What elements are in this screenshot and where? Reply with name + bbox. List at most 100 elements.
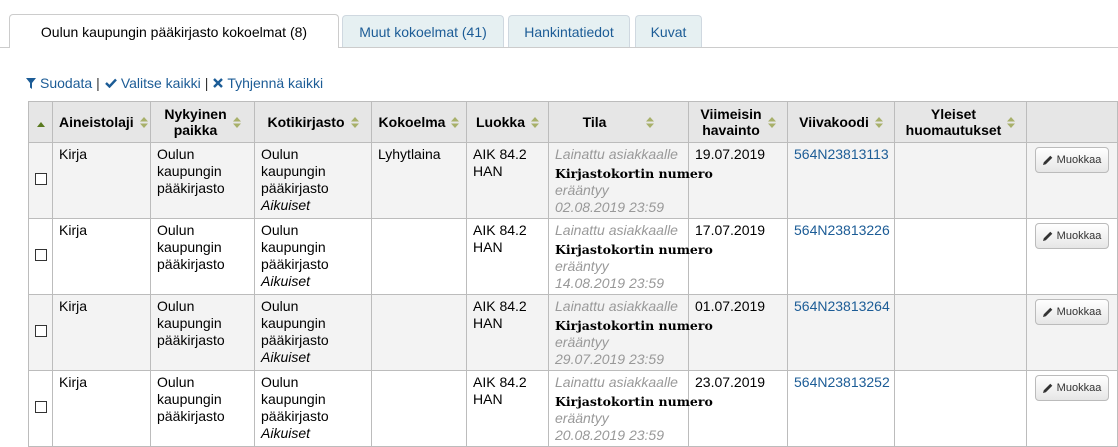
select-cell <box>28 294 53 371</box>
header-select[interactable] <box>28 101 53 143</box>
edit-button[interactable]: Muokkaa <box>1034 223 1110 249</box>
header-label-line: Viimeisin <box>700 106 762 122</box>
tab-label: Oulun kaupungin pääkirjasto kokoelmat (8… <box>40 23 308 40</box>
filter-icon <box>26 77 36 89</box>
row-checkbox[interactable] <box>34 249 47 261</box>
header-status[interactable]: Tila <box>548 101 689 143</box>
barcode-link[interactable]: 564N23813252 <box>794 374 890 390</box>
home-library-cell: Oulun kaupungin pääkirjasto Aikuiset <box>254 370 372 447</box>
home-library-sublocation: Aikuiset <box>261 349 311 365</box>
call-number-cell: AIK 84.2 HAN <box>466 370 549 447</box>
header-label: Tila <box>582 114 607 130</box>
call-number-cell: AIK 84.2 HAN <box>466 294 549 371</box>
home-library-name: Oulun kaupungin pääkirjasto <box>261 298 329 348</box>
table-row: Kirja Oulun kaupungin pääkirjasto Oulun … <box>28 142 1118 219</box>
table-controls: Suodata | Valitse kaikki | Tyhjennä kaik… <box>26 73 323 93</box>
status-cell: Lainattu asiakkaalle Kirjastokortin numer… <box>548 294 713 371</box>
edit-button[interactable]: Muokkaa <box>1034 299 1110 325</box>
public-notes-cell <box>894 142 1027 219</box>
actions-cell: Muokkaa <box>1026 294 1118 371</box>
home-library-sublocation: Aikuiset <box>261 197 311 213</box>
pencil-icon <box>1042 155 1052 165</box>
barcode-link[interactable]: 564N23813226 <box>794 222 890 238</box>
tab-label: Hankintatiedot <box>524 23 614 40</box>
header-collection[interactable]: Kokoelma <box>371 101 467 143</box>
tab-main-library-collection[interactable]: Oulun kaupungin pääkirjasto kokoelmat (8… <box>9 14 339 48</box>
header-label: Aineistolaji <box>59 114 134 130</box>
table-row: Kirja Oulun kaupungin pääkirjasto Oulun … <box>28 370 1118 447</box>
table-row: Kirja Oulun kaupungin pääkirjasto Oulun … <box>28 294 1118 371</box>
barcode-link[interactable]: 564N23813264 <box>794 298 890 314</box>
header-label: Yleiset huomautukset <box>906 106 1002 138</box>
header-label-line: Yleiset <box>930 106 977 122</box>
edit-label: Muokkaa <box>1056 305 1102 318</box>
call-number-cell: AIK 84.2 HAN <box>466 218 549 295</box>
barcode-link[interactable]: 564N23813113 <box>794 146 889 162</box>
row-checkbox[interactable] <box>34 173 47 185</box>
row-checkbox[interactable] <box>34 325 47 337</box>
collection-cell: Lyhytlaina <box>371 142 467 219</box>
header-label: Kotikirjasto <box>267 114 345 130</box>
table-header-row: Aineistolaji Nykyinen paikka Kotikirjasto… <box>28 101 1118 143</box>
edit-button[interactable]: Muokkaa <box>1034 147 1110 173</box>
barcode-cell: 564N23813264 <box>787 294 895 371</box>
header-call-number[interactable]: Luokka <box>466 101 549 143</box>
due-date: 20.08.2019 23:59 <box>555 427 664 443</box>
header-label-line: Nykyinen <box>164 106 227 122</box>
filter-link[interactable]: Suodata <box>26 75 92 91</box>
header-last-seen[interactable]: Viimeisin havainto <box>688 101 788 143</box>
sort-icon <box>232 116 241 128</box>
actions-cell: Muokkaa <box>1026 218 1118 295</box>
header-home-library[interactable]: Kotikirjasto <box>254 101 372 143</box>
sort-ascending-icon <box>36 122 45 127</box>
select-all-link[interactable]: Valitse kaikki <box>104 75 201 91</box>
status-text: Lainattu asiakkaalle <box>555 222 678 238</box>
header-barcode[interactable]: Viivakoodi <box>787 101 895 143</box>
due-label: erääntyy <box>555 410 609 426</box>
row-checkbox[interactable] <box>34 401 47 413</box>
item-type-cell: Kirja <box>52 218 151 295</box>
header-label-line: havainto <box>702 122 760 138</box>
home-library-name: Oulun kaupungin pääkirjasto <box>261 374 329 424</box>
edit-label: Muokkaa <box>1056 229 1102 242</box>
header-item-type[interactable]: Aineistolaji <box>52 101 151 143</box>
status-cell: Lainattu asiakkaalle Kirjastokortin numer… <box>548 370 713 447</box>
status-cell: Lainattu asiakkaalle Kirjastokortin numer… <box>548 142 713 219</box>
tab-acquisition-details[interactable]: Hankintatiedot <box>508 15 630 47</box>
tab-images[interactable]: Kuvat <box>635 15 702 47</box>
header-public-notes[interactable]: Yleiset huomautukset <box>894 101 1027 143</box>
select-cell <box>28 142 53 219</box>
edit-label: Muokkaa <box>1056 153 1102 166</box>
sort-icon <box>451 116 460 128</box>
due-date: 14.08.2019 23:59 <box>555 275 664 291</box>
sort-icon <box>646 116 655 128</box>
due-date: 29.07.2019 23:59 <box>555 351 664 367</box>
clear-all-link[interactable]: Tyhjennä kaikki <box>213 75 323 91</box>
select-cell <box>28 218 53 295</box>
pencil-icon <box>1042 231 1052 241</box>
pencil-icon <box>1042 383 1052 393</box>
holdings-table: Aineistolaji Nykyinen paikka Kotikirjasto… <box>28 101 1118 447</box>
header-label: Luokka <box>475 114 525 130</box>
header-label: Viimeisin havainto <box>700 106 761 138</box>
library-card-number: Kirjastokortin numero <box>555 166 713 181</box>
collection-cell <box>371 294 467 371</box>
due-label: erääntyy <box>555 258 609 274</box>
separator: | <box>204 75 209 91</box>
sort-icon <box>1007 116 1016 128</box>
tab-bar: Oulun kaupungin pääkirjasto kokoelmat (8… <box>0 0 1118 48</box>
home-library-name: Oulun kaupungin pääkirjasto <box>261 146 329 196</box>
collection-cell <box>371 218 467 295</box>
public-notes-cell <box>894 370 1027 447</box>
library-card-number: Kirjastokortin numero <box>555 318 713 333</box>
edit-button[interactable]: Muokkaa <box>1034 375 1110 401</box>
check-icon <box>104 78 117 88</box>
header-current-location[interactable]: Nykyinen paikka <box>150 101 255 143</box>
home-library-name: Oulun kaupungin pääkirjasto <box>261 222 329 272</box>
current-location-cell: Oulun kaupungin pääkirjasto <box>150 218 255 295</box>
due-label: erääntyy <box>555 182 609 198</box>
library-card-number: Kirjastokortin numero <box>555 394 713 409</box>
current-location-cell: Oulun kaupungin pääkirjasto <box>150 294 255 371</box>
tab-other-collections[interactable]: Muut kokoelmat (41) <box>342 15 504 47</box>
current-location-cell: Oulun kaupungin pääkirjasto <box>150 142 255 219</box>
